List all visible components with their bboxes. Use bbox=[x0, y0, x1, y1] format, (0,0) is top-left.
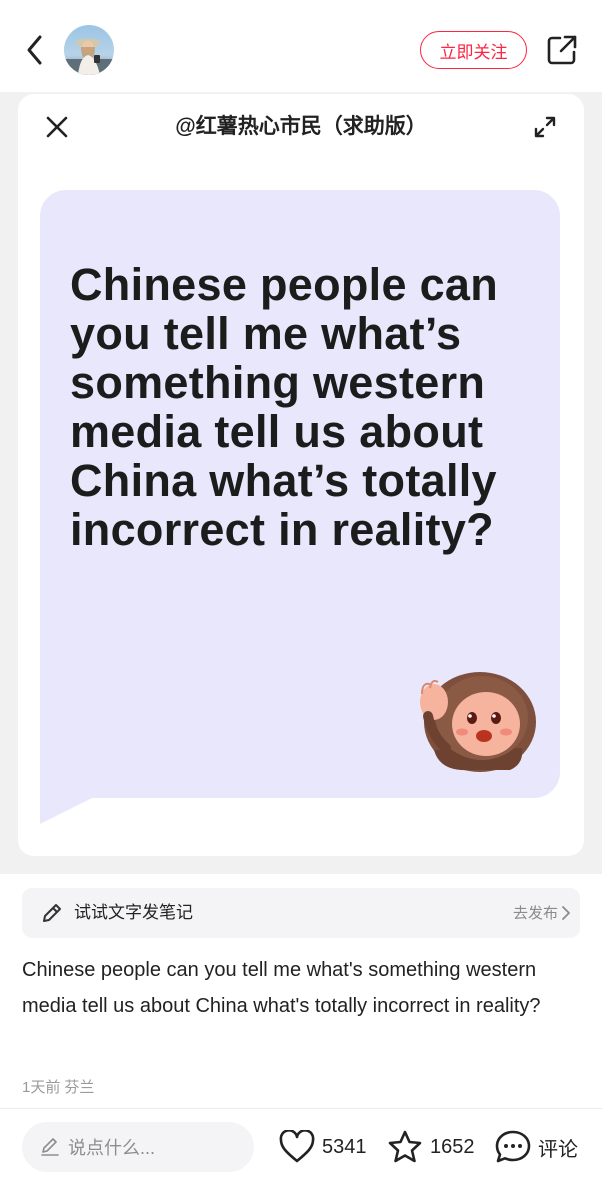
chevron-left-icon bbox=[27, 35, 42, 65]
expand-button[interactable] bbox=[530, 112, 560, 142]
post-time: 1天前 bbox=[22, 1079, 61, 1096]
share-button[interactable] bbox=[544, 32, 580, 68]
back-button[interactable] bbox=[20, 30, 50, 70]
avatar[interactable] bbox=[64, 25, 114, 75]
note-image-card[interactable]: @红薯热心市民（求助版） Chinese people can you tell… bbox=[18, 94, 584, 856]
speech-bubble-tail bbox=[40, 760, 100, 824]
waving-mascot-sticker bbox=[420, 672, 536, 772]
pencil-icon bbox=[43, 904, 61, 922]
comment-label: 评论 bbox=[538, 1138, 578, 1161]
pen-icon bbox=[41, 1138, 59, 1156]
like-count: 5341 bbox=[322, 1135, 367, 1158]
collect-count: 1652 bbox=[430, 1135, 475, 1158]
close-button[interactable] bbox=[42, 112, 72, 142]
top-nav-bar: 立即关注 bbox=[0, 0, 602, 92]
comment-input[interactable]: 说点什么... bbox=[22, 1122, 254, 1172]
post-location: 芬兰 bbox=[64, 1079, 95, 1096]
star-icon bbox=[388, 1130, 422, 1163]
chevron-right-icon bbox=[562, 906, 570, 920]
expand-icon bbox=[534, 116, 556, 138]
comment-button[interactable]: 评论 bbox=[494, 1124, 578, 1170]
collect-button[interactable]: 1652 bbox=[386, 1124, 475, 1170]
like-button[interactable]: 5341 bbox=[278, 1124, 367, 1170]
bottom-action-bar: 说点什么... 5341 1652 评论 bbox=[0, 1110, 602, 1200]
speech-bubble: Chinese people can you tell me what’s so… bbox=[40, 190, 562, 830]
post-body-text: Chinese people can you tell me what's so… bbox=[22, 959, 541, 1017]
prompt-label: 试试文字发笔记 bbox=[74, 903, 193, 922]
text-note-prompt[interactable]: 试试文字发笔记 去发布 bbox=[22, 888, 580, 938]
divider bbox=[0, 1108, 602, 1109]
heart-icon bbox=[279, 1130, 315, 1163]
close-icon bbox=[46, 116, 68, 138]
comment-bubble-icon bbox=[495, 1130, 531, 1163]
bubble-question-text: Chinese people can you tell me what’s so… bbox=[70, 259, 499, 555]
user-avatar-image bbox=[64, 25, 114, 75]
post-meta: 1天前 芬兰 bbox=[22, 1078, 94, 1098]
follow-button[interactable]: 立即关注 bbox=[420, 31, 527, 69]
publish-link[interactable]: 去发布 bbox=[513, 904, 558, 924]
share-icon bbox=[547, 35, 577, 65]
comment-placeholder: 说点什么... bbox=[68, 1138, 156, 1158]
card-title: @红薯热心市民（求助版） bbox=[175, 115, 427, 138]
